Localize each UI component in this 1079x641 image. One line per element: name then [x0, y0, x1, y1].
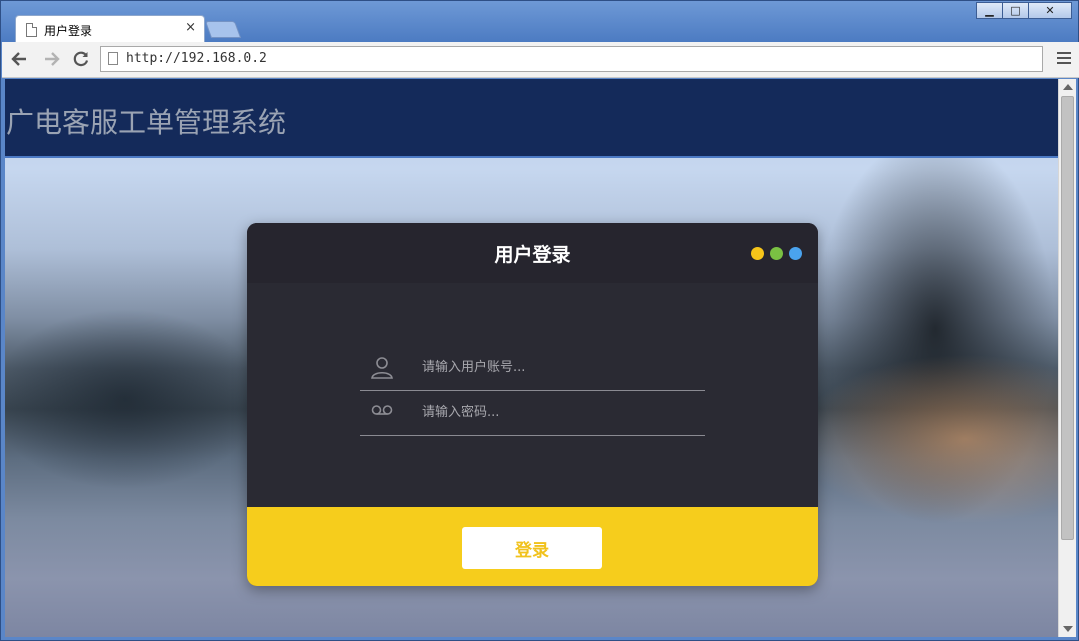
- yellow-dot-icon: [751, 247, 764, 260]
- username-input[interactable]: [420, 354, 690, 380]
- page-icon: [26, 23, 37, 37]
- scroll-down-icon[interactable]: [1063, 626, 1073, 632]
- window-dots: [745, 247, 802, 260]
- back-arrow-icon: [11, 52, 26, 66]
- maximize-button[interactable]: □: [1002, 2, 1029, 19]
- login-card-header: 用户登录: [247, 223, 818, 283]
- address-bar[interactable]: http://192.168.0.2: [100, 46, 1043, 72]
- page-viewport: 广电客服工单管理系统 用户登录 请输入用户账号... 登录: [5, 79, 1058, 637]
- login-card: 用户登录 请输入用户账号... 登录: [247, 223, 818, 586]
- password-field: [360, 391, 705, 436]
- voicemail-icon: [371, 405, 393, 415]
- site-header: 广电客服工单管理系统: [5, 79, 1058, 158]
- forward-button[interactable]: [41, 48, 63, 70]
- close-tab-icon[interactable]: ×: [185, 20, 196, 35]
- username-field: [360, 346, 705, 391]
- minimize-button[interactable]: ▁: [976, 2, 1003, 19]
- reload-icon: [73, 51, 89, 67]
- login-button[interactable]: 登录: [462, 527, 602, 569]
- back-button[interactable]: [8, 48, 30, 70]
- login-card-footer: 登录: [247, 507, 818, 586]
- browser-tab[interactable]: 用户登录 ×: [15, 15, 205, 43]
- browser-toolbar: http://192.168.0.2: [2, 42, 1079, 78]
- new-tab-button[interactable]: [204, 21, 242, 38]
- login-title: 用户登录: [494, 244, 571, 266]
- window-controls: ▁ □ ✕: [976, 2, 1072, 20]
- green-dot-icon: [770, 247, 783, 260]
- title-bar: 用户登录 × ▁ □ ✕: [1, 1, 1078, 43]
- browser-window: 用户登录 × ▁ □ ✕ http://192.168.0.2 广电客服工单管理…: [0, 0, 1079, 641]
- reload-button[interactable]: [70, 48, 92, 70]
- user-icon: [371, 357, 393, 379]
- url-text: http://192.168.0.2: [126, 51, 267, 66]
- vertical-scrollbar[interactable]: [1058, 79, 1076, 637]
- blue-dot-icon: [789, 247, 802, 260]
- site-title: 广电客服工单管理系统: [6, 106, 287, 139]
- close-window-button[interactable]: ✕: [1028, 2, 1072, 19]
- tab-title: 用户登录: [44, 24, 93, 38]
- scroll-up-icon[interactable]: [1063, 84, 1073, 90]
- menu-icon: [1057, 52, 1071, 54]
- menu-button[interactable]: [1057, 52, 1071, 66]
- page-icon: [108, 52, 118, 65]
- scroll-thumb[interactable]: [1061, 96, 1074, 540]
- password-input[interactable]: [420, 399, 690, 425]
- forward-arrow-icon: [45, 52, 60, 66]
